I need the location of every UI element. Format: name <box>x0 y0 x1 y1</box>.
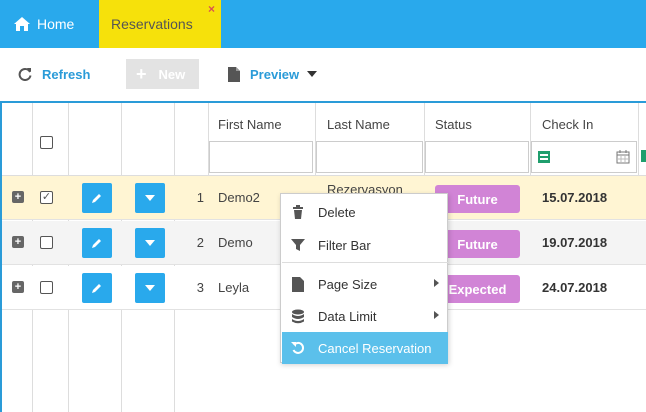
filter-operator-icon[interactable] <box>641 150 646 162</box>
edit-button[interactable] <box>82 228 112 258</box>
menu-item-label: Cancel Reservation <box>318 340 432 356</box>
chevron-down-icon <box>145 240 155 246</box>
tab-home-label: Home <box>37 16 75 32</box>
filter-status[interactable] <box>425 141 529 173</box>
new-button[interactable]: + New <box>126 59 199 89</box>
tab-bar: Home Reservations × <box>0 0 646 48</box>
select-all-checkbox[interactable] <box>40 136 53 149</box>
chevron-right-icon <box>434 311 439 319</box>
edit-button[interactable] <box>82 183 112 213</box>
document-icon <box>292 276 304 292</box>
row-checkbox[interactable] <box>40 236 53 249</box>
pencil-icon <box>92 239 101 248</box>
row-context-menu: Delete Filter Bar Page Size Data Limit C… <box>280 193 448 364</box>
row-menu-button[interactable] <box>135 183 165 213</box>
menu-item-cancel-reservation[interactable]: Cancel Reservation <box>282 332 448 364</box>
menu-item-data-limit[interactable]: Data Limit <box>282 300 448 332</box>
check-in-cell: 19.07.2018 <box>542 235 608 250</box>
row-number: 3 <box>196 280 204 295</box>
chevron-down-icon <box>145 195 155 201</box>
pencil-icon <box>92 284 101 293</box>
document-icon <box>228 66 240 82</box>
menu-item-filter-bar[interactable]: Filter Bar <box>282 229 448 261</box>
refresh-icon <box>18 68 32 81</box>
home-icon <box>14 17 30 31</box>
filter-last-name[interactable] <box>316 141 423 173</box>
expand-icon[interactable]: + <box>12 281 24 293</box>
filter-operator-icon[interactable] <box>538 151 550 163</box>
close-icon[interactable]: × <box>208 3 215 15</box>
check-in-cell: 15.07.2018 <box>542 190 608 205</box>
trash-icon <box>293 205 303 219</box>
row-checkbox[interactable] <box>40 281 53 294</box>
plus-icon: + <box>136 63 147 84</box>
row-number: 2 <box>196 235 204 250</box>
new-label: New <box>158 66 186 82</box>
menu-divider <box>282 262 448 263</box>
filter-first-name[interactable] <box>209 141 313 173</box>
menu-item-label: Page Size <box>318 276 378 292</box>
menu-item-label: Filter Bar <box>318 237 371 253</box>
header-first-name[interactable]: First Name <box>218 117 282 132</box>
menu-item-page-size[interactable]: Page Size <box>282 268 448 300</box>
pencil-icon <box>92 194 101 203</box>
menu-item-label: Data Limit <box>318 308 377 324</box>
row-menu-button[interactable] <box>135 228 165 258</box>
column-divider <box>638 103 639 175</box>
header-last-name[interactable]: Last Name <box>327 117 390 132</box>
expand-icon[interactable]: + <box>12 236 24 248</box>
row-number: 1 <box>196 190 204 205</box>
edit-button[interactable] <box>82 273 112 303</box>
check-in-cell: 24.07.2018 <box>542 280 608 295</box>
first-name-cell: Leyla <box>218 280 250 295</box>
first-name-cell: Demo <box>218 235 253 250</box>
refresh-label: Refresh <box>42 66 91 82</box>
chevron-down-icon <box>145 285 155 291</box>
row-checkbox[interactable]: ✓ <box>40 191 53 204</box>
chevron-down-icon <box>307 71 318 77</box>
preview-label: Preview <box>250 66 300 82</box>
tab-home[interactable]: Home <box>14 0 74 48</box>
tab-reservations-label: Reservations <box>111 16 193 32</box>
undo-icon <box>291 341 305 354</box>
header-status[interactable]: Status <box>435 117 472 132</box>
chevron-right-icon <box>434 279 439 287</box>
database-icon <box>292 309 304 323</box>
expand-icon[interactable]: + <box>12 191 24 203</box>
preview-button[interactable]: Preview <box>228 59 318 89</box>
row-menu-button[interactable] <box>135 273 165 303</box>
toolbar: Refresh + New Preview <box>0 48 646 101</box>
tab-reservations[interactable]: Reservations × <box>99 0 221 48</box>
filter-icon <box>291 239 305 251</box>
first-name-cell: Demo2 <box>218 190 260 205</box>
menu-item-delete[interactable]: Delete <box>282 196 448 228</box>
filter-check-in[interactable] <box>531 141 637 173</box>
refresh-button[interactable]: Refresh <box>18 59 90 89</box>
header-check-in[interactable]: Check In <box>542 117 593 132</box>
menu-item-label: Delete <box>318 204 356 220</box>
calendar-icon[interactable] <box>616 150 630 164</box>
